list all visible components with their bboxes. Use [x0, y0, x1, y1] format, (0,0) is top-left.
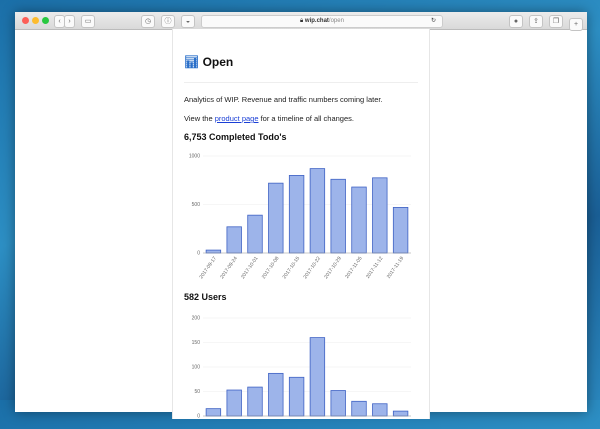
- x-tick-label: 2017-09-24: [219, 256, 239, 281]
- bar: [247, 214, 263, 254]
- bar: [330, 390, 346, 417]
- bar: [351, 186, 367, 254]
- y-tick-label: 1000: [189, 154, 200, 160]
- chart-title-users: 582 Users: [184, 292, 227, 302]
- y-tick-label: 50: [194, 389, 200, 395]
- browser-toolbar: ‹ › ▭ ◷ ⓘ ◒ 🔒︎ wip.chat/open ↻ ● ⇪ ❐ +: [15, 12, 587, 31]
- share-icon[interactable]: ⇪: [529, 15, 543, 28]
- new-tab-button[interactable]: +: [569, 18, 583, 31]
- extension-icon-4[interactable]: ●: [509, 15, 523, 28]
- content-card: 📊︎ Open Analytics of WIP. Revenue and tr…: [172, 29, 430, 420]
- x-tick-label: 2017-11-12: [365, 256, 384, 280]
- bar: [268, 372, 284, 417]
- maximize-button[interactable]: [42, 17, 49, 24]
- y-tick-label: 500: [192, 202, 201, 208]
- bar: [288, 174, 305, 254]
- product-page-link[interactable]: product page: [215, 114, 259, 123]
- address-bar[interactable]: 🔒︎ wip.chat/open ↻: [201, 15, 443, 28]
- bar: [309, 337, 326, 417]
- sidebar-icon[interactable]: ▭: [81, 15, 95, 28]
- y-tick-label: 0: [197, 251, 200, 257]
- bar: [309, 168, 326, 254]
- bar: [268, 182, 284, 254]
- bar: [205, 249, 222, 254]
- y-tick-label: 150: [192, 340, 201, 346]
- bar-chart-icon: 📊︎: [184, 55, 200, 69]
- x-tick-label: 2017-11-05: [344, 256, 363, 280]
- y-tick-label: 100: [192, 365, 201, 371]
- chart-title-todos: 6,753 Completed Todo's: [184, 132, 287, 142]
- bar: [351, 400, 367, 417]
- bar: [226, 389, 242, 417]
- y-tick-label: 200: [192, 316, 201, 322]
- view-text: View the product page for a timeline of …: [184, 114, 354, 123]
- x-tick-label: 2017-09-17: [198, 256, 218, 281]
- x-tick-label: 2017-11-19: [386, 256, 405, 280]
- bar: [205, 408, 222, 417]
- reload-icon[interactable]: ↻: [431, 16, 436, 27]
- bar: [392, 410, 409, 417]
- users-chart: 0 50 100 150 200: [192, 316, 411, 420]
- bar: [330, 178, 346, 254]
- bar: [288, 376, 305, 417]
- close-button[interactable]: [22, 17, 29, 24]
- x-tick-label: 2017-10-08: [261, 256, 281, 281]
- x-tick-label: 2017-10-01: [240, 256, 260, 281]
- divider: [184, 82, 418, 83]
- page-title: 📊︎ Open: [184, 55, 234, 69]
- bar: [372, 177, 388, 254]
- x-tick-label: 2017-10-15: [282, 256, 302, 281]
- y-tick-label: 0: [197, 414, 200, 420]
- bar: [226, 226, 242, 254]
- bar: [247, 386, 263, 417]
- browser-window: ‹ › ▭ ◷ ⓘ ◒ 🔒︎ wip.chat/open ↻ ● ⇪ ❐ + 📊︎…: [15, 12, 587, 420]
- tabs-icon[interactable]: ❐: [549, 15, 563, 28]
- bar: [372, 403, 388, 417]
- extension-icon-2[interactable]: ⓘ: [161, 15, 175, 28]
- forward-button[interactable]: ›: [64, 15, 75, 28]
- extension-icon[interactable]: ◷: [141, 15, 155, 28]
- extension-icon-3[interactable]: ◒: [181, 15, 195, 28]
- todos-chart: 050010002017-09-17 2017-09-24 2017-10-01 20…: [189, 154, 411, 281]
- intro-text: Analytics of WIP. Revenue and traffic nu…: [184, 95, 383, 104]
- x-tick-label: 2017-10-29: [323, 256, 343, 281]
- x-tick-label: 2017-10-22: [302, 256, 322, 281]
- bar: [392, 207, 409, 254]
- minimize-button[interactable]: [32, 17, 39, 24]
